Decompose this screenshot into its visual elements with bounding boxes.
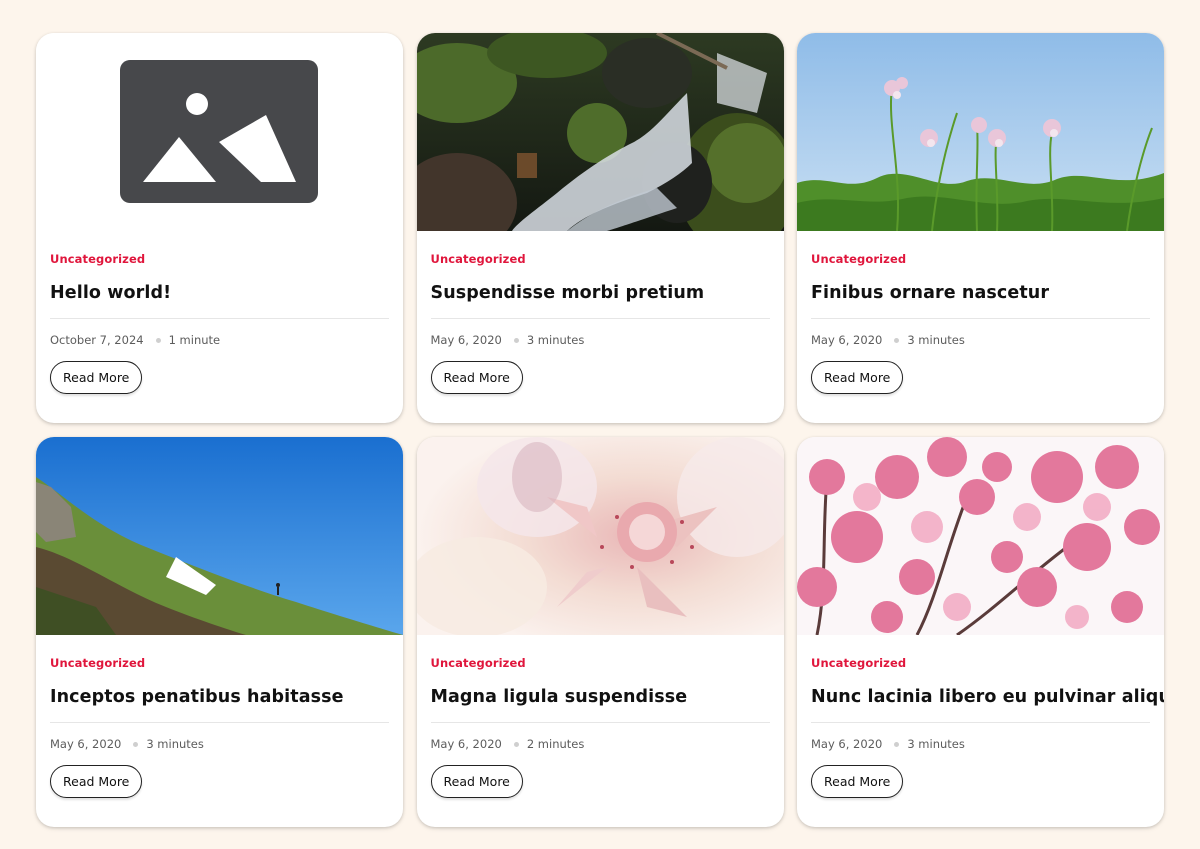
hillside-photo <box>36 437 403 635</box>
post-meta: May 6, 2020 3 minutes <box>811 333 1150 347</box>
meta-separator-dot <box>513 741 519 747</box>
read-more-button[interactable]: Read More <box>50 765 143 798</box>
read-more-button[interactable]: Read More <box>811 765 904 798</box>
post-date: May 6, 2020 <box>430 333 502 347</box>
post-date: May 6, 2020 <box>430 737 502 751</box>
post-thumbnail-link[interactable] <box>416 437 784 635</box>
post-thumbnail-link[interactable] <box>36 437 403 635</box>
post-read-time: 3 minutes <box>146 737 204 751</box>
post-read-time: 3 minutes <box>526 333 585 347</box>
post-title[interactable]: Finibus ornare nascetur <box>811 283 1150 303</box>
read-more-button[interactable]: Read More <box>50 361 143 394</box>
post-meta: May 6, 2020 2 minutes <box>431 737 770 751</box>
post-meta: May 6, 2020 3 minutes <box>811 737 1150 751</box>
meta-separator-dot <box>894 337 900 343</box>
post-read-time: 3 minutes <box>907 333 965 347</box>
post-category-link[interactable]: Uncategorized <box>811 656 906 670</box>
post-read-time: 3 minutes <box>907 737 965 751</box>
meta-separator-dot <box>894 741 900 747</box>
post-thumbnail-link[interactable] <box>797 437 1164 635</box>
post-card: Uncategorized Magna ligula suspendisse M… <box>416 437 784 827</box>
meta-separator-dot <box>513 337 519 343</box>
post-date: May 6, 2020 <box>50 737 122 751</box>
cherry-blossom-photo <box>797 437 1164 635</box>
divider <box>50 722 389 723</box>
post-date: May 6, 2020 <box>811 737 883 751</box>
post-category-link[interactable]: Uncategorized <box>50 252 145 266</box>
post-date: October 7, 2024 <box>50 333 144 347</box>
post-date: May 6, 2020 <box>811 333 883 347</box>
post-card: Uncategorized Hello world! October 7, 20… <box>36 33 403 423</box>
post-title[interactable]: Magna ligula suspendisse <box>431 687 770 707</box>
divider <box>50 318 389 319</box>
post-title[interactable]: Inceptos penatibus habitasse <box>50 687 389 707</box>
read-more-button[interactable]: Read More <box>811 361 904 394</box>
divider <box>430 318 770 319</box>
post-title[interactable]: Hello world! <box>50 283 389 303</box>
post-card: Uncategorized Nunc lacinia libero eu pul… <box>797 437 1164 827</box>
post-thumbnail-link[interactable] <box>36 33 403 231</box>
post-title[interactable]: Nunc lacinia libero eu pulvinar aliquet <box>811 687 1164 707</box>
post-meta: May 6, 2020 3 minutes <box>50 737 389 751</box>
post-card: Uncategorized Suspendisse morbi pretium … <box>416 33 784 423</box>
post-thumbnail-link[interactable] <box>416 33 784 231</box>
post-card: Uncategorized Finibus ornare nascetur Ma… <box>797 33 1164 423</box>
post-meta: October 7, 2024 1 minute <box>50 333 389 347</box>
post-thumbnail-link[interactable] <box>797 33 1164 231</box>
post-read-time: 2 minutes <box>526 737 585 751</box>
divider <box>811 318 1150 319</box>
read-more-button[interactable]: Read More <box>430 361 523 394</box>
read-more-button[interactable]: Read More <box>430 765 523 798</box>
placeholder-image-icon <box>36 33 403 231</box>
post-grid: Uncategorized Hello world! October 7, 20… <box>36 33 1164 827</box>
meta-separator-dot <box>155 337 161 343</box>
waterfall-photo <box>416 33 784 231</box>
divider <box>811 722 1150 723</box>
wildflowers-photo <box>797 33 1164 231</box>
post-category-link[interactable]: Uncategorized <box>431 656 526 670</box>
post-category-link[interactable]: Uncategorized <box>50 656 145 670</box>
post-meta: May 6, 2020 3 minutes <box>431 333 770 347</box>
divider <box>430 722 770 723</box>
post-card: Uncategorized Inceptos penatibus habitas… <box>36 437 403 827</box>
post-category-link[interactable]: Uncategorized <box>811 252 906 266</box>
protea-flower-photo <box>416 437 784 635</box>
post-title[interactable]: Suspendisse morbi pretium <box>431 283 770 303</box>
post-read-time: 1 minute <box>168 333 221 347</box>
post-category-link[interactable]: Uncategorized <box>431 252 526 266</box>
meta-separator-dot <box>133 741 139 747</box>
